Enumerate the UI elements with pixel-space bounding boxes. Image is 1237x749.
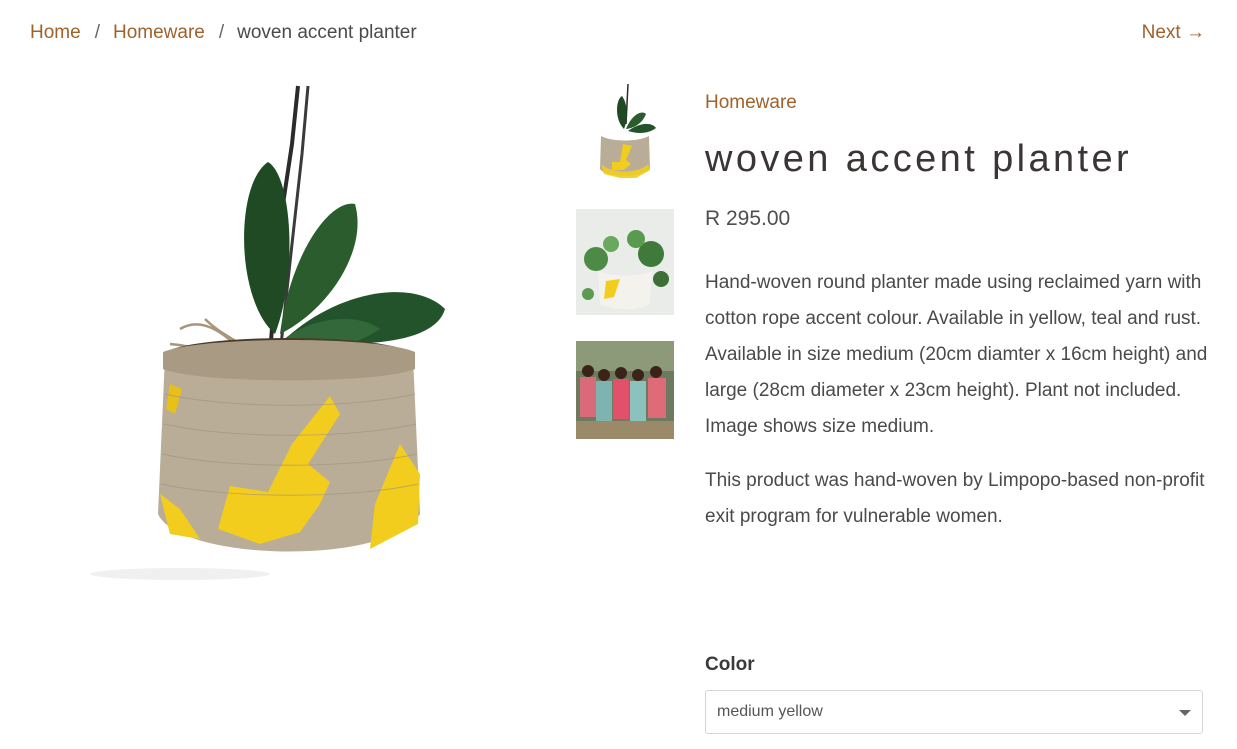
product-thumbnail[interactable] <box>576 84 674 182</box>
breadcrumb-separator: / <box>94 22 100 43</box>
product-collection-link[interactable]: Homeware <box>705 90 797 116</box>
product-info: Homeware woven accent planter R 295.00 H… <box>705 90 1210 553</box>
product-page: Home / Homeware / woven accent planter Next … <box>0 0 1237 749</box>
next-product-link[interactable]: Next → <box>1142 20 1205 46</box>
color-select-value: medium yellow <box>717 703 823 720</box>
description-paragraph: This product was hand-woven by Limpopo-b… <box>705 470 1205 527</box>
chevron-down-icon <box>1179 710 1191 716</box>
main-product-image[interactable] <box>30 84 550 604</box>
product-title: woven accent planter <box>705 138 1133 180</box>
color-select[interactable]: medium yellow <box>705 690 1203 734</box>
product-thumbnail[interactable] <box>576 341 674 439</box>
breadcrumb-home-link[interactable]: Home <box>30 22 81 43</box>
color-option-label: Color <box>705 654 755 675</box>
breadcrumb-separator: / <box>218 22 225 43</box>
product-thumbnail[interactable] <box>576 209 674 315</box>
breadcrumb-collection-link[interactable]: Homeware <box>113 22 205 43</box>
product-price: R 295.00 <box>705 207 791 230</box>
description-paragraph: Hand-woven round planter made using recl… <box>705 272 1208 437</box>
product-description: Hand-woven round planter made using recl… <box>705 265 1210 535</box>
breadcrumb: Home / Homeware / woven accent planter <box>30 20 417 46</box>
breadcrumb-current: woven accent planter <box>237 22 417 43</box>
